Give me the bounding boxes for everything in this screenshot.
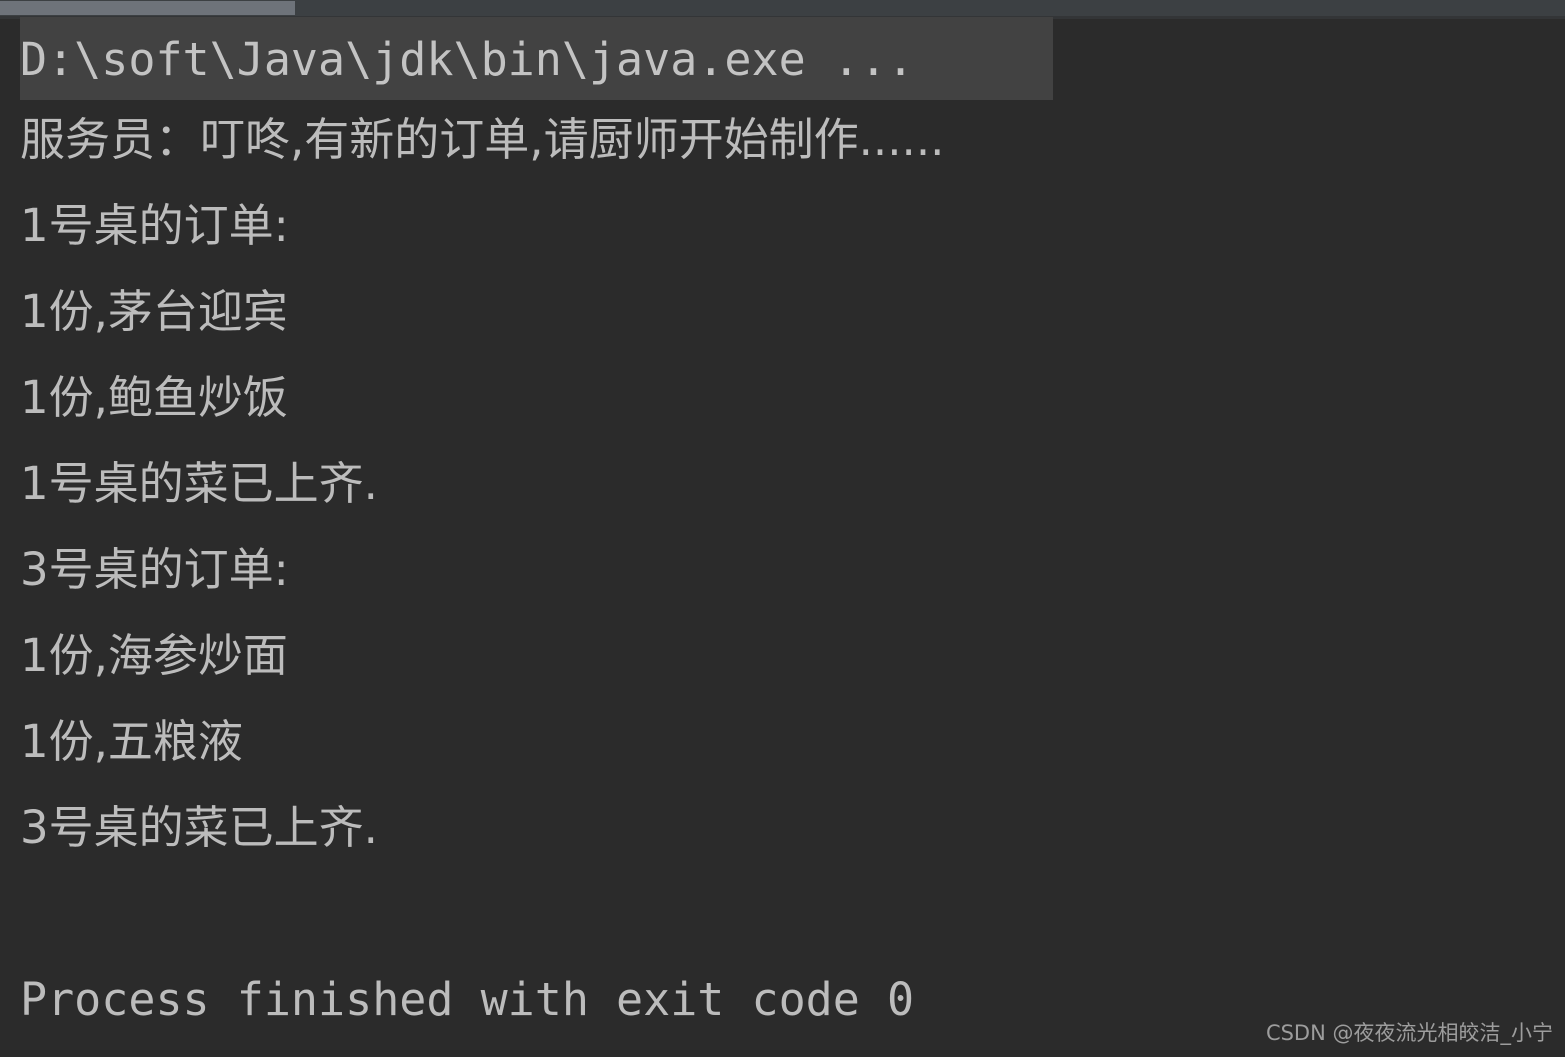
console-line-table1-item-2: 1份,鲍鱼炒饭 xyxy=(20,371,288,424)
console-line-table3-item-1: 1份,海参炒面 xyxy=(20,629,288,682)
csdn-watermark: CSDN @夜夜流光相皎洁_小宁 xyxy=(1265,1021,1553,1045)
console-line-table3-served: 3号桌的菜已上齐. xyxy=(20,801,378,854)
console-line-exit-status: Process finished with exit code 0 xyxy=(20,973,915,1026)
horizontal-scrollbar-thumb[interactable] xyxy=(0,1,295,15)
console-line-waiter-notice: 服务员：叮咚,有新的订单,请厨师开始制作...... xyxy=(20,113,945,166)
horizontal-scrollbar-track[interactable] xyxy=(0,0,1565,16)
console-line-table1-order-header: 1号桌的订单: xyxy=(20,199,289,252)
run-console-window: D:\soft\Java\jdk\bin\java.exe ... 服务员：叮咚… xyxy=(0,0,1565,1057)
console-line-table3-order-header: 3号桌的订单: xyxy=(20,543,289,596)
command-line-text: D:\soft\Java\jdk\bin\java.exe ... xyxy=(20,33,915,86)
console-line-table1-item-1: 1份,茅台迎宾 xyxy=(20,285,288,338)
console-line-table1-served: 1号桌的菜已上齐. xyxy=(20,457,378,510)
console-line-table3-item-2: 1份,五粮液 xyxy=(20,715,243,768)
console-output-area[interactable]: D:\soft\Java\jdk\bin\java.exe ... 服务员：叮咚… xyxy=(0,17,1565,1057)
